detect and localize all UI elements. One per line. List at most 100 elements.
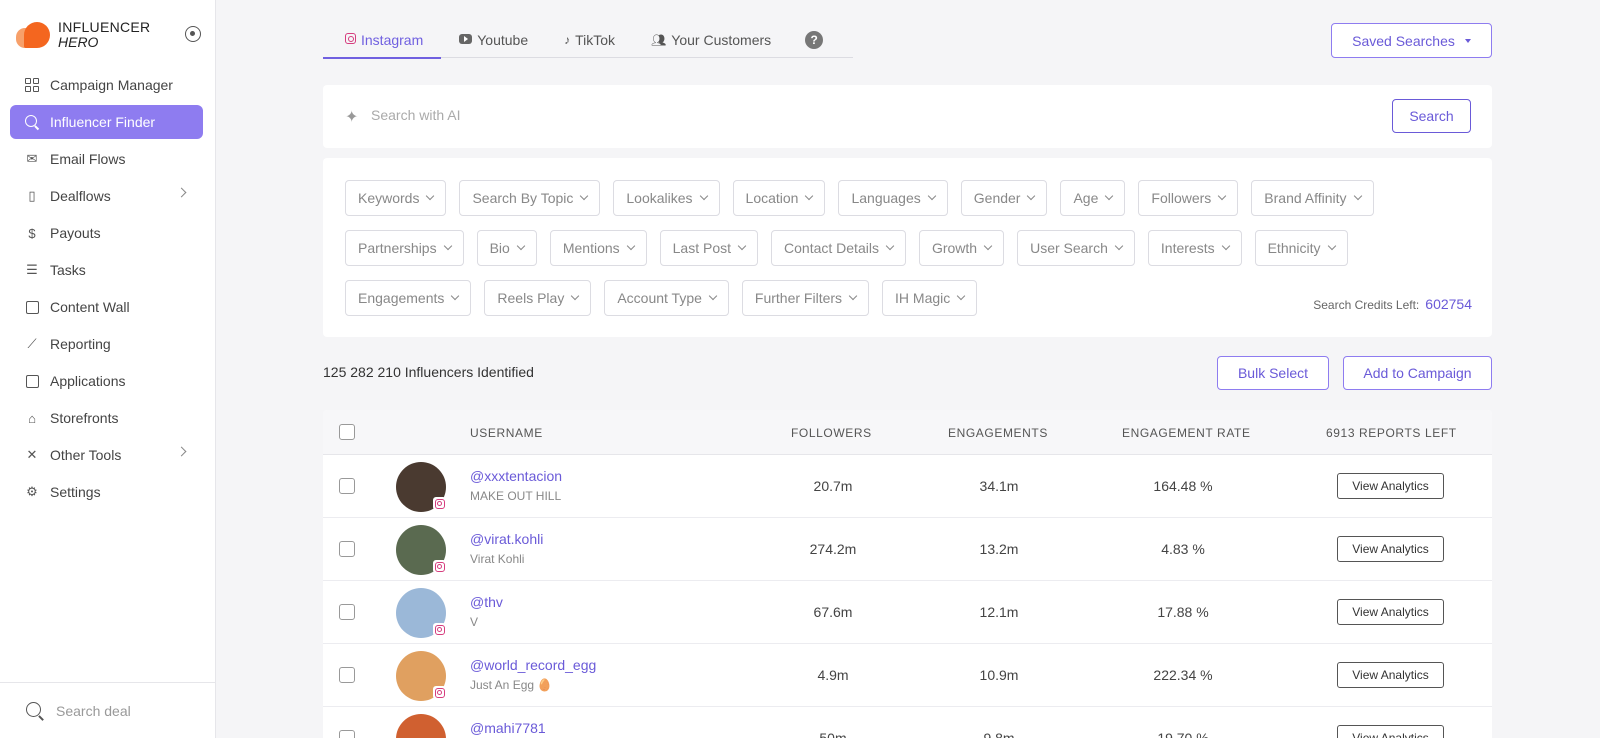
sidebar-item-email-flows[interactable]: ✉ Email Flows bbox=[10, 142, 203, 176]
sidebar-item-label: Reporting bbox=[50, 336, 111, 352]
avatar[interactable] bbox=[396, 588, 446, 638]
select-all-checkbox[interactable] bbox=[339, 424, 355, 440]
row-checkbox[interactable] bbox=[339, 478, 355, 494]
filter-gender[interactable]: Gender bbox=[960, 180, 1048, 216]
col-username: USERNAME bbox=[470, 426, 543, 440]
avatar[interactable] bbox=[396, 651, 446, 701]
bulk-select-button[interactable]: Bulk Select bbox=[1217, 356, 1329, 390]
view-analytics-button[interactable]: View Analytics bbox=[1337, 473, 1444, 499]
avatar[interactable] bbox=[396, 462, 446, 512]
chevron-down-icon bbox=[626, 241, 635, 251]
filter-ih-magic[interactable]: IH Magic bbox=[882, 280, 978, 316]
tab-label: Your Customers bbox=[671, 32, 772, 48]
filter-partnerships[interactable]: Partnerships bbox=[345, 230, 464, 266]
tab-instagram[interactable]: Instagram bbox=[323, 22, 442, 59]
username-link[interactable]: @virat.kohli bbox=[470, 531, 543, 547]
filter-followers[interactable]: Followers bbox=[1138, 180, 1239, 216]
search-icon bbox=[26, 701, 44, 720]
row-checkbox[interactable] bbox=[339, 730, 355, 738]
filter-label: Engagements bbox=[358, 290, 445, 306]
sidebar-item-reporting[interactable]: ⟋ Reporting bbox=[10, 327, 203, 361]
filter-last-post[interactable]: Last Post bbox=[659, 230, 759, 266]
view-analytics-button[interactable]: View Analytics bbox=[1337, 536, 1444, 562]
filter-label: Contact Details bbox=[784, 240, 879, 256]
search-button[interactable]: Search bbox=[1392, 99, 1471, 133]
filter-row: Keywords Search By Topic Lookalikes Locatio… bbox=[345, 180, 1387, 216]
results-count: 125 282 210 Influencers Identified bbox=[323, 364, 534, 380]
saved-searches-button[interactable]: Saved Searches bbox=[1331, 23, 1492, 58]
deal-search-input[interactable]: Search deal bbox=[0, 682, 216, 738]
tab-label: Youtube bbox=[477, 32, 529, 48]
filter-reels-play[interactable]: Reels Play bbox=[484, 280, 592, 316]
filter-brand-affinity[interactable]: Brand Affinity bbox=[1251, 180, 1374, 216]
avatar-image bbox=[396, 714, 446, 738]
sidebar-item-influencer-finder[interactable]: Influencer Finder bbox=[10, 105, 203, 139]
filter-keywords[interactable]: Keywords bbox=[345, 180, 447, 216]
sidebar-item-payouts[interactable]: $ Payouts bbox=[10, 216, 203, 250]
filter-search-by-topic[interactable]: Search By Topic bbox=[459, 180, 601, 216]
sidebar-item-label: Email Flows bbox=[50, 151, 126, 167]
row-checkbox[interactable] bbox=[339, 604, 355, 620]
view-analytics-button[interactable]: View Analytics bbox=[1337, 599, 1444, 625]
table-row: @xxxtentacion MAKE OUT HILL 20.7m 34.1m 164.… bbox=[323, 455, 1492, 518]
sidebar-item-tasks[interactable]: ☰ Tasks bbox=[10, 253, 203, 287]
engagement-rate-value: 222.34 % bbox=[1153, 667, 1213, 683]
kanban-icon: ▯ bbox=[28, 188, 36, 203]
filter-contact-details[interactable]: Contact Details bbox=[771, 230, 906, 266]
filter-languages[interactable]: Languages bbox=[838, 180, 948, 216]
avatar[interactable] bbox=[396, 525, 446, 575]
chevron-down-icon bbox=[516, 241, 526, 251]
filter-age[interactable]: Age bbox=[1060, 180, 1126, 216]
chevron-down-icon bbox=[1221, 241, 1230, 251]
logo[interactable]: INFLUENCER HERO bbox=[16, 18, 150, 52]
filter-interests[interactable]: Interests bbox=[1147, 230, 1242, 266]
filter-engagements[interactable]: Engagements bbox=[345, 280, 472, 316]
filter-label: Last Post bbox=[672, 240, 732, 256]
help-icon[interactable]: ? bbox=[805, 31, 824, 49]
sidebar-item-dealflows[interactable]: ▯ Dealflows bbox=[10, 179, 203, 213]
sidebar-item-other-tools[interactable]: ✕ Other Tools bbox=[10, 438, 203, 472]
view-analytics-button[interactable]: View Analytics bbox=[1337, 725, 1444, 738]
sidebar-item-settings[interactable]: ⚙ Settings bbox=[10, 475, 203, 509]
chevron-down-icon bbox=[451, 291, 460, 301]
row-checkbox[interactable] bbox=[339, 541, 355, 557]
filter-ethnicity[interactable]: Ethnicity bbox=[1254, 230, 1348, 266]
engagements-value: 13.2m bbox=[979, 541, 1019, 557]
username-link[interactable]: @world_record_egg bbox=[470, 657, 596, 673]
filter-mentions[interactable]: Mentions bbox=[549, 230, 647, 266]
username-link[interactable]: @xxxtentacion bbox=[470, 468, 562, 484]
tab-tiktok[interactable]: ♪ TikTok bbox=[546, 22, 633, 58]
deal-search-placeholder: Search deal bbox=[56, 702, 131, 719]
followers-value: 274.2m bbox=[809, 541, 857, 557]
avatar[interactable] bbox=[396, 714, 446, 738]
youtube-icon bbox=[459, 33, 473, 47]
tasks-icon: ☰ bbox=[26, 262, 38, 277]
sidebar-item-content-wall[interactable]: Content Wall bbox=[10, 290, 203, 324]
tab-youtube[interactable]: Youtube bbox=[441, 22, 546, 58]
filter-further-filters[interactable]: Further Filters bbox=[741, 280, 870, 316]
sidebar-item-campaign-manager[interactable]: Campaign Manager bbox=[10, 68, 203, 102]
chevron-down-icon bbox=[885, 241, 895, 251]
sidebar-item-storefronts[interactable]: ⌂ Storefronts bbox=[10, 401, 203, 435]
engagement-rate-value: 4.83 % bbox=[1161, 541, 1205, 557]
view-analytics-button[interactable]: View Analytics bbox=[1337, 662, 1444, 688]
filter-account-type[interactable]: Account Type bbox=[604, 280, 729, 316]
filter-label: Further Filters bbox=[754, 290, 843, 306]
filter-bio[interactable]: Bio bbox=[476, 230, 537, 266]
add-to-campaign-button[interactable]: Add to Campaign bbox=[1343, 356, 1492, 390]
filter-label: Lookalikes bbox=[626, 190, 693, 206]
filter-user-search[interactable]: User Search bbox=[1017, 230, 1135, 266]
collapse-sidebar-icon[interactable] bbox=[185, 26, 201, 42]
filter-lookalikes[interactable]: Lookalikes bbox=[613, 180, 720, 216]
ai-search-input[interactable]: Search with AI bbox=[371, 107, 461, 123]
username-link[interactable]: @mahi7781 bbox=[470, 720, 546, 736]
filter-growth[interactable]: Growth bbox=[918, 230, 1005, 266]
table-header: USERNAME FOLLOWERS ENGAGEMENTS ENGAGEMEN… bbox=[323, 410, 1492, 455]
tab-your-customers[interactable]: 👥︎ Your Customers bbox=[633, 22, 789, 58]
username-link[interactable]: @thv bbox=[470, 594, 503, 610]
sidebar-item-applications[interactable]: Applications bbox=[10, 364, 203, 398]
row-checkbox[interactable] bbox=[339, 667, 355, 683]
filter-location[interactable]: Location bbox=[732, 180, 826, 216]
col-followers: FOLLOWERS bbox=[791, 426, 872, 440]
filter-label: Account Type bbox=[617, 290, 702, 306]
